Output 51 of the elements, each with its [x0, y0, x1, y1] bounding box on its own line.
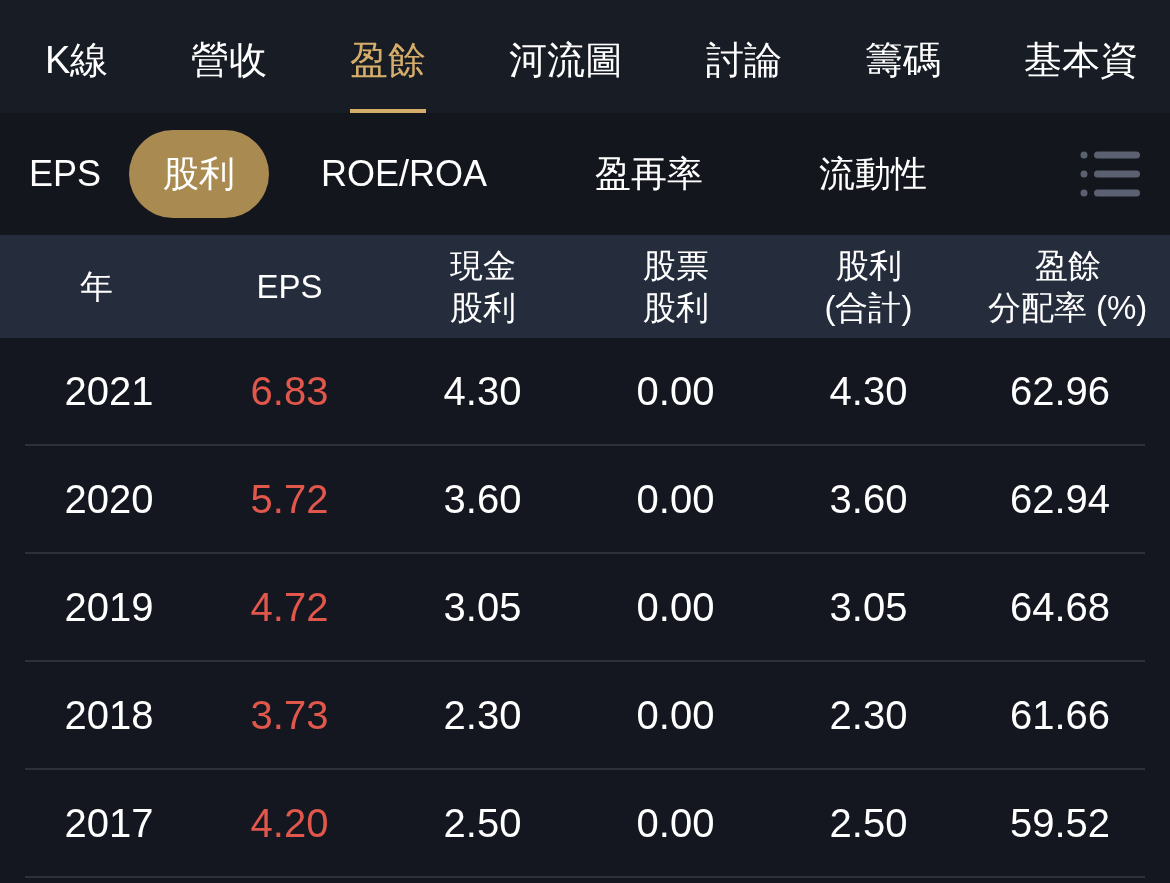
column-header-text: 分配率 (%) — [987, 287, 1148, 328]
table-cell-text: 3.05 — [828, 584, 909, 631]
table-cell-text: 2017 — [63, 800, 155, 847]
table-cell-text: 4.30 — [828, 368, 909, 415]
tab[interactable]: 基本資 — [1024, 0, 1139, 113]
table-cell-text: 3.60 — [828, 476, 909, 523]
filter-chip[interactable]: ROE/ROA — [317, 130, 492, 218]
table-cell-text: 5.72 — [249, 476, 330, 523]
filter-chip[interactable]: EPS — [25, 130, 106, 218]
table-cell-text: 3.73 — [249, 692, 330, 739]
column-header-text: (合計) — [824, 287, 913, 328]
table-cell-text: 2.50 — [442, 800, 523, 847]
tab[interactable]: 河流圖 — [509, 0, 624, 113]
list-menu-icon[interactable] — [1080, 151, 1140, 197]
table-cell-text: 62.96 — [1008, 368, 1112, 415]
table-cell-text: 59.52 — [1008, 800, 1112, 847]
table-cell-text: 0.00 — [635, 368, 716, 415]
table-cell-text: 4.20 — [249, 800, 330, 847]
column-header-text: 年 — [80, 266, 113, 307]
filter-chip[interactable]: 流動性 — [815, 130, 932, 218]
column-header-text: 現金 — [449, 245, 516, 286]
table-cell-text: 3.60 — [442, 476, 523, 523]
table-cell-text: 0.00 — [635, 476, 716, 523]
table-cell-text: 2.30 — [828, 692, 909, 739]
table-cell-text: 0.00 — [635, 800, 716, 847]
table-cell-text: 64.68 — [1008, 584, 1112, 631]
filter-chip[interactable]: 盈再率 — [591, 130, 708, 218]
table-cell-text: 4.30 — [442, 368, 523, 415]
table-cell-text: 2019 — [63, 584, 155, 631]
table-cell-text: 0.00 — [635, 692, 716, 739]
table-cell-text: 2.30 — [442, 692, 523, 739]
table-cell-text: 4.72 — [249, 584, 330, 631]
table-cell-text: 2.50 — [828, 800, 909, 847]
column-header-text: 股利 — [642, 287, 709, 328]
tab[interactable]: 討論 — [706, 0, 783, 113]
tab[interactable]: 籌碼 — [865, 0, 942, 113]
table-cell-text: 0.00 — [635, 584, 716, 631]
column-header-text: EPS — [256, 266, 323, 307]
column-header-text: 盈餘 — [1034, 245, 1101, 286]
column-header-text: 股利 — [449, 287, 516, 328]
table-cell-text: 2021 — [63, 368, 155, 415]
tab[interactable]: K線 — [45, 0, 109, 113]
table-cell-text: 61.66 — [1008, 692, 1112, 739]
table-cell-text: 2018 — [63, 692, 155, 739]
column-header-text: 股利 — [835, 245, 902, 286]
table-cell-text: 2020 — [63, 476, 155, 523]
table-cell-text: 3.05 — [442, 584, 523, 631]
table-cell-text: 62.94 — [1008, 476, 1112, 523]
table-cell-text: 6.83 — [249, 368, 330, 415]
tab[interactable]: 營收 — [191, 0, 268, 113]
column-header-text: 股票 — [642, 245, 709, 286]
